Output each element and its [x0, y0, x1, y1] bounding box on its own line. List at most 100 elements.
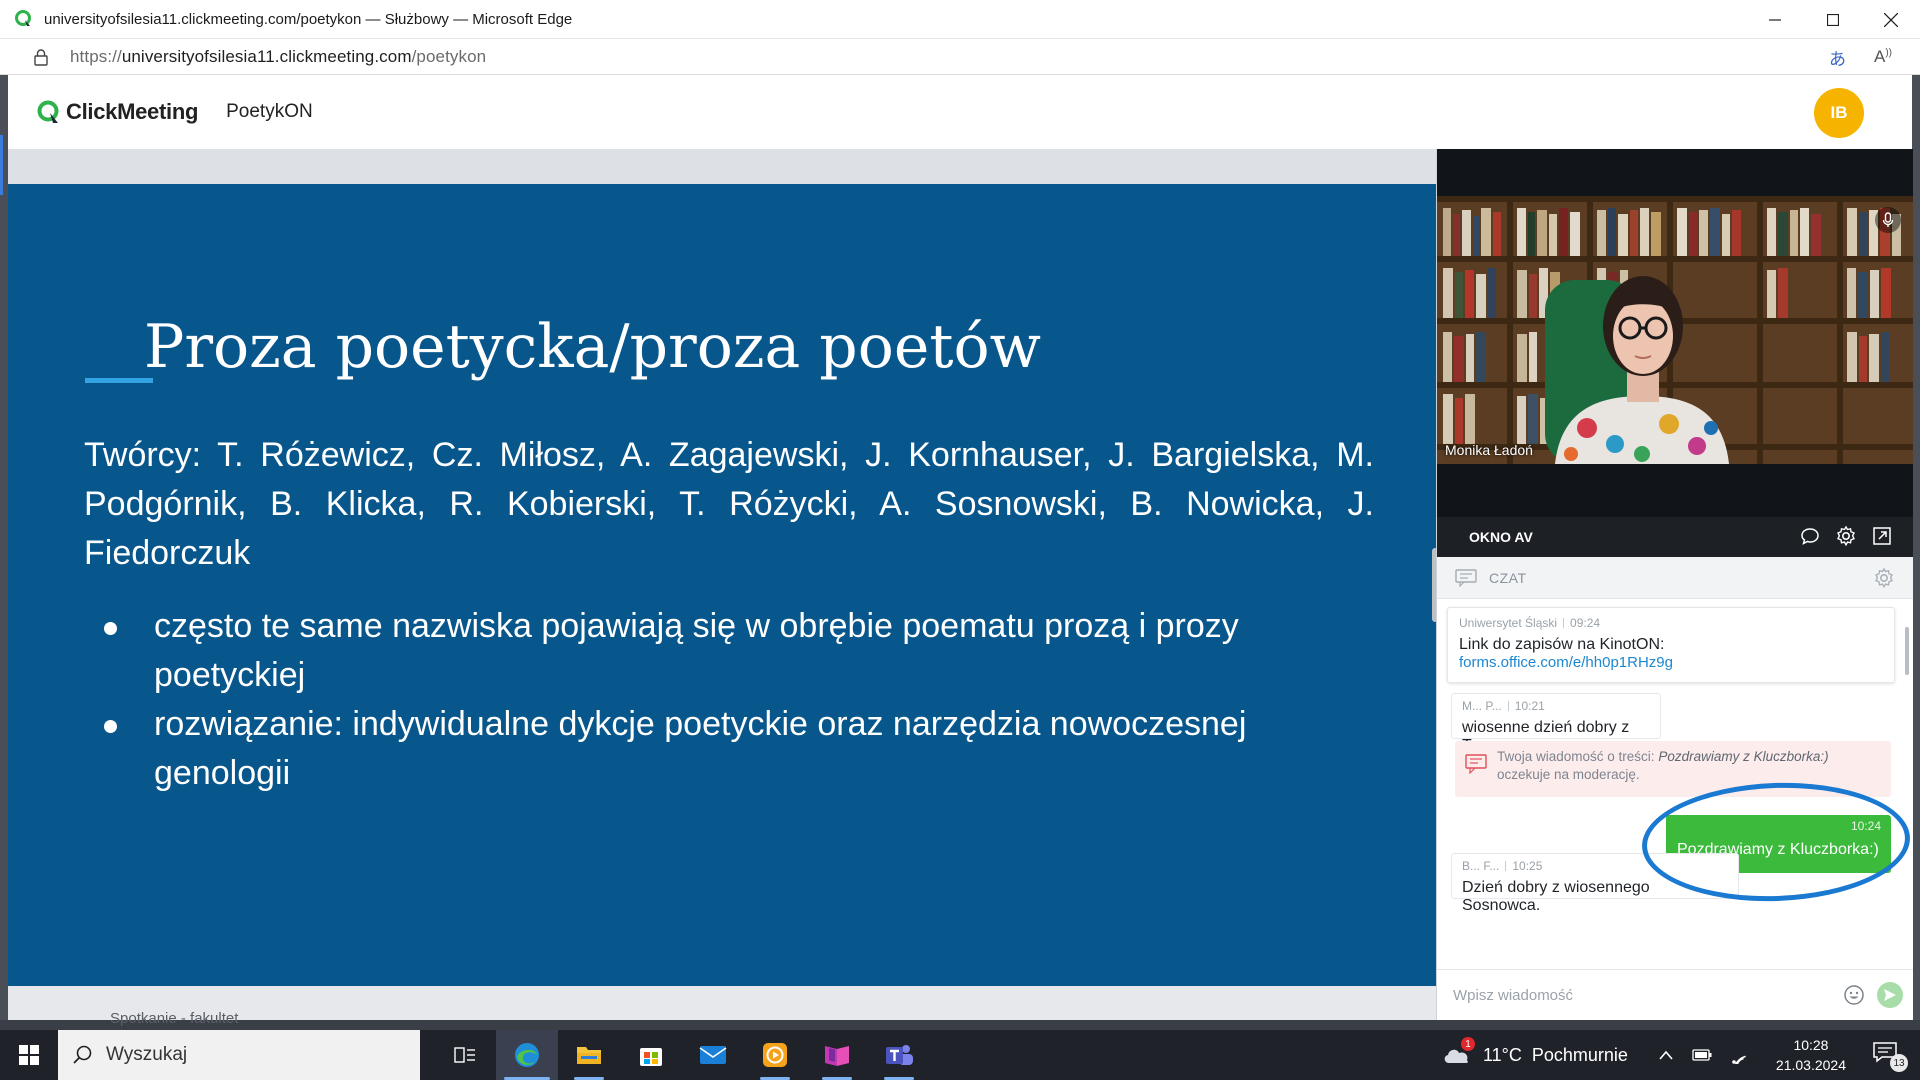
chat-scrollbar[interactable] — [1905, 599, 1909, 969]
message-author: M... P... — [1462, 699, 1502, 713]
side-panel: Monika Ładoń OKNO AV CZAT Uniwersytet Śl… — [1436, 149, 1913, 1020]
url-field[interactable]: https://universityofsilesia11.clickmeeti… — [70, 47, 486, 67]
message-time: 10:24 — [1850, 819, 1881, 833]
address-bar: https://universityofsilesia11.clickmeeti… — [0, 39, 1920, 75]
url-host: universityofsilesia11.clickmeeting.com — [121, 46, 412, 66]
taskbar-search[interactable] — [58, 1030, 420, 1080]
av-window-label: OKNO AV — [1469, 529, 1533, 545]
taskbar-mail[interactable] — [682, 1030, 744, 1080]
message-author: B... F... — [1462, 859, 1500, 873]
slide-bullet: rozwiązanie: indywidualne dykcje poetyck… — [84, 700, 1374, 798]
room-name: PoetykON — [226, 101, 313, 122]
start-button[interactable] — [0, 1030, 58, 1080]
message-meta: B... F... 10:25 — [1462, 859, 1728, 873]
chevron-up-icon[interactable] — [1658, 1049, 1674, 1061]
taskbar-media-player[interactable] — [744, 1030, 806, 1080]
message-time: 09:24 — [1570, 616, 1601, 630]
wifi-icon[interactable] — [1730, 1046, 1750, 1064]
weather-text: 11°C Pochmurnie — [1482, 1044, 1628, 1065]
url-scheme: https:// — [70, 46, 122, 66]
notifications-button[interactable]: 13 — [1872, 1040, 1908, 1072]
lock-icon[interactable] — [32, 48, 50, 66]
av-window: Monika Ładoń — [1437, 149, 1913, 517]
emoji-icon[interactable] — [1843, 984, 1865, 1006]
windows-logo-icon — [19, 1045, 39, 1065]
weather-alert-badge: 1 — [1460, 1037, 1475, 1051]
clickmeeting-favicon-icon — [15, 10, 31, 26]
mail-icon — [699, 1046, 727, 1064]
chat-message: M... P...10:21 wiosenne dzień dobry z Ta… — [1451, 693, 1661, 754]
taskbar-onenote[interactable] — [806, 1030, 868, 1080]
taskbar-teams[interactable] — [868, 1030, 930, 1080]
presenter-video[interactable]: Monika Ładoń — [1437, 196, 1913, 464]
moderation-quoted: Pozdrawiamy z Kluczborka:) — [1658, 749, 1829, 764]
search-icon — [73, 1045, 92, 1064]
clickmeeting-logo-icon — [37, 100, 59, 123]
taskbar: 1 11°C Pochmurnie 10:28 21.03.2024 — [0, 1030, 1920, 1080]
background-window-text: Spotkanie - fakultet — [110, 1010, 239, 1027]
chat-messages[interactable]: Uniwersytet Śląski 09:24 Link do zapisów … — [1437, 599, 1913, 969]
slide-title: Proza poetycka/proza poetów — [144, 312, 1041, 382]
task-view-button[interactable] — [434, 1030, 496, 1080]
av-toolbar: OKNO AV — [1437, 517, 1913, 557]
taskbar-search-input[interactable] — [106, 1044, 406, 1066]
taskbar-file-explorer[interactable] — [558, 1030, 620, 1080]
microphone-button[interactable] — [1875, 207, 1901, 233]
message-time: 10:21 — [1514, 699, 1545, 713]
background-window — [0, 1020, 1920, 1030]
browser-titlebar: universityofsilesia11.clickmeeting.com/p… — [0, 0, 1920, 39]
folder-icon — [577, 1047, 601, 1064]
clock-time: 10:28 — [1793, 1037, 1829, 1053]
pinned-message: Uniwersytet Śląski 09:24 Link do zapisów … — [1447, 607, 1895, 683]
media-player-icon — [763, 1043, 787, 1067]
taskbar-edge[interactable] — [496, 1030, 558, 1080]
weather-icon-wrap: 1 — [1441, 1037, 1475, 1067]
translate-icon[interactable]: あ — [1829, 45, 1846, 70]
bookshelf-video-frame-icon — [1437, 196, 1913, 464]
clock-date: 21.03.2024 — [1775, 1057, 1846, 1073]
close-window-button[interactable] — [1862, 0, 1920, 39]
moderation-suffix: oczekuje na moderację. — [1497, 767, 1640, 782]
av-toolbar-actions — [1799, 525, 1893, 547]
window-title: universityofsilesia11.clickmeeting.com/p… — [44, 10, 573, 28]
send-message-button[interactable] — [1877, 982, 1903, 1008]
maximize-icon — [1827, 13, 1839, 26]
url-path: /poetykon — [411, 46, 487, 66]
close-icon — [1884, 12, 1898, 27]
maximize-button[interactable] — [1804, 0, 1862, 39]
message-text: Dzień dobry z wiosennego Sosnowca. — [1462, 879, 1650, 914]
taskbar-clock[interactable]: 10:28 21.03.2024 — [1776, 1035, 1846, 1075]
clickmeeting-logo[interactable]: ClickMeeting — [36, 99, 198, 125]
chat-message-input[interactable] — [1453, 986, 1833, 1004]
gear-icon[interactable] — [1835, 525, 1857, 547]
message-link[interactable]: forms.office.com/e/hh0p1RHz9g — [1459, 654, 1883, 672]
message-text: Link do zapisów na KinotON: — [1459, 636, 1665, 653]
user-avatar[interactable]: IB — [1814, 88, 1864, 138]
moderation-text: Twoja wiadomość o treści: Pozdrawiamy z … — [1497, 748, 1829, 784]
message-time: 10:25 — [1512, 859, 1543, 873]
tray-icons — [1658, 1046, 1750, 1064]
send-icon — [1884, 989, 1896, 1001]
slide-bullet-list: często te same nazwiska pojawiają się w … — [84, 602, 1374, 798]
chat-bubble-icon[interactable] — [1799, 525, 1821, 547]
chat-settings-gear-icon[interactable] — [1873, 567, 1895, 589]
edge-browser-icon — [515, 1043, 539, 1067]
store-icon — [640, 1048, 662, 1066]
read-aloud-icon[interactable]: A)) — [1874, 47, 1892, 67]
message-meta: Uniwersytet Śląski 09:24 — [1459, 616, 1883, 630]
minimize-button[interactable] — [1746, 0, 1804, 39]
weather-widget[interactable]: 1 11°C Pochmurnie — [1441, 1037, 1628, 1067]
slide-title-underline — [85, 378, 153, 383]
chat-icon — [1455, 568, 1477, 587]
message-author: Uniwersytet Śląski — [1459, 616, 1558, 630]
battery-icon[interactable] — [1692, 1049, 1712, 1061]
address-bar-actions: あ A)) — [1829, 39, 1892, 75]
moderation-prefix: Twoja wiadomość o treści: — [1497, 749, 1659, 764]
chat-input-bar — [1437, 969, 1913, 1020]
pending-message-icon — [1465, 754, 1487, 774]
window-controls — [1746, 0, 1920, 39]
popout-icon[interactable] — [1871, 525, 1893, 547]
taskbar-store[interactable] — [620, 1030, 682, 1080]
microphone-icon — [1882, 212, 1894, 227]
task-view-icon — [454, 1047, 475, 1063]
